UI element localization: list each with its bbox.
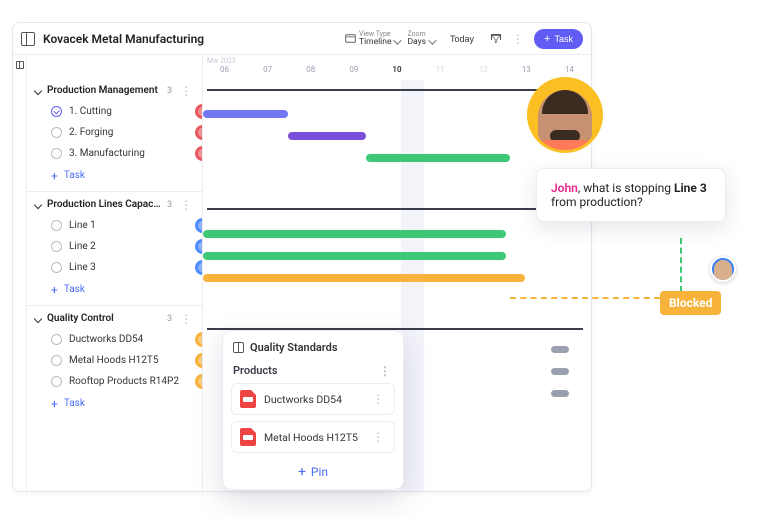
task-row[interactable]: Line 1 [27,215,202,236]
task-checkbox[interactable] [51,127,62,138]
add-task-button[interactable]: + Task [27,164,202,189]
panel-layout-icon [233,342,244,353]
gantt-bar[interactable] [551,390,569,397]
task-checkbox[interactable] [51,106,62,117]
pdf-icon [240,428,256,446]
mention-name: John [551,181,578,195]
task-checkbox[interactable] [51,355,62,366]
chevron-down-icon [394,36,402,44]
zoom-selector[interactable]: Zoom Days [407,31,434,47]
side-rail [13,55,27,491]
task-row[interactable]: 3. Manufacturing [27,143,202,164]
toolbar: Kovacek Metal Manufacturing View Type Ti… [13,23,591,55]
task-row[interactable]: Metal Hoods H12T5 [27,350,202,371]
assignee-avatar[interactable] [195,374,202,389]
task-row[interactable]: Line 2 [27,236,202,257]
commenter-avatar[interactable] [530,80,600,150]
card-subtitle: Products [233,364,278,377]
assignee-avatar[interactable] [195,146,202,161]
project-title: Kovacek Metal Manufacturing [43,32,336,46]
task-checkbox[interactable] [51,220,62,231]
gantt-bar[interactable] [551,368,569,375]
attachment-row[interactable]: Metal Hoods H12T5 ⋮ [231,421,395,453]
task-checkbox[interactable] [51,334,62,345]
task-checkbox[interactable] [51,148,62,159]
section-row[interactable]: Production Management 3 ⋮ [27,80,202,101]
section-row[interactable]: Quality Control 3 ⋮ [27,308,202,329]
task-row[interactable]: Line 3 [27,257,202,278]
assignee-avatar[interactable] [195,218,202,233]
link-line [510,297,660,299]
quality-standards-card: Quality Standards Products ⋮ Ductworks D… [222,330,404,490]
add-task-button[interactable]: + Task [27,278,202,303]
gantt-bar[interactable] [288,132,366,140]
assignee-avatar[interactable] [195,332,202,347]
task-checkbox[interactable] [51,376,62,387]
chevron-down-icon [34,200,42,208]
link-line [680,238,682,292]
attachment-row[interactable]: Ductworks DD54 ⋮ [231,383,395,415]
pdf-icon [240,390,256,408]
gantt-bar[interactable] [551,346,569,353]
chevron-down-icon [34,314,42,322]
task-list: Production Management 3 ⋮ 1. Cutting 2. … [27,55,203,491]
assignee-avatar[interactable] [195,353,202,368]
assignee-avatar[interactable] [195,239,202,254]
assignee-avatar[interactable] [195,125,202,140]
task-checkbox[interactable] [51,262,62,273]
pin-button[interactable]: + Pin [231,459,395,481]
gantt-header: Mw 2023 06 07 08 09 10 11 12 13 14 [203,55,591,80]
task-row[interactable]: 2. Forging [27,122,202,143]
section-row[interactable]: Production Lines Capacity 3 ⋮ [27,194,202,215]
new-task-button[interactable]: + Task [534,29,583,49]
filter-icon[interactable] [490,33,502,45]
assignee-avatar[interactable] [195,260,202,275]
assignee-avatar[interactable] [710,256,736,282]
assignee-avatar[interactable] [195,104,202,119]
task-row[interactable]: Ductworks DD54 [27,329,202,350]
task-checkbox[interactable] [51,241,62,252]
chevron-down-icon [34,86,42,94]
gantt-bar[interactable] [203,274,525,282]
timeline-icon [344,32,357,45]
card-title: Quality Standards [250,341,338,354]
gantt-bar[interactable] [203,230,506,238]
chevron-down-icon [428,36,436,44]
comment-card: John, what is stopping Line 3 from produ… [536,168,726,222]
blocked-badge: Blocked [660,291,721,315]
gantt-bar[interactable] [203,252,506,260]
today-button[interactable]: Today [442,31,482,47]
panel-layout-icon[interactable] [16,61,24,69]
gantt-bar[interactable] [366,154,510,162]
panel-layout-icon[interactable] [21,32,35,46]
task-row[interactable]: Rooftop Products R14P2 [27,371,202,392]
today-highlight [401,80,424,491]
task-row[interactable]: 1. Cutting [27,101,202,122]
gantt-bar[interactable] [203,110,288,118]
view-type-selector[interactable]: View Type Timeline [344,31,399,47]
add-task-button[interactable]: + Task [27,392,202,417]
